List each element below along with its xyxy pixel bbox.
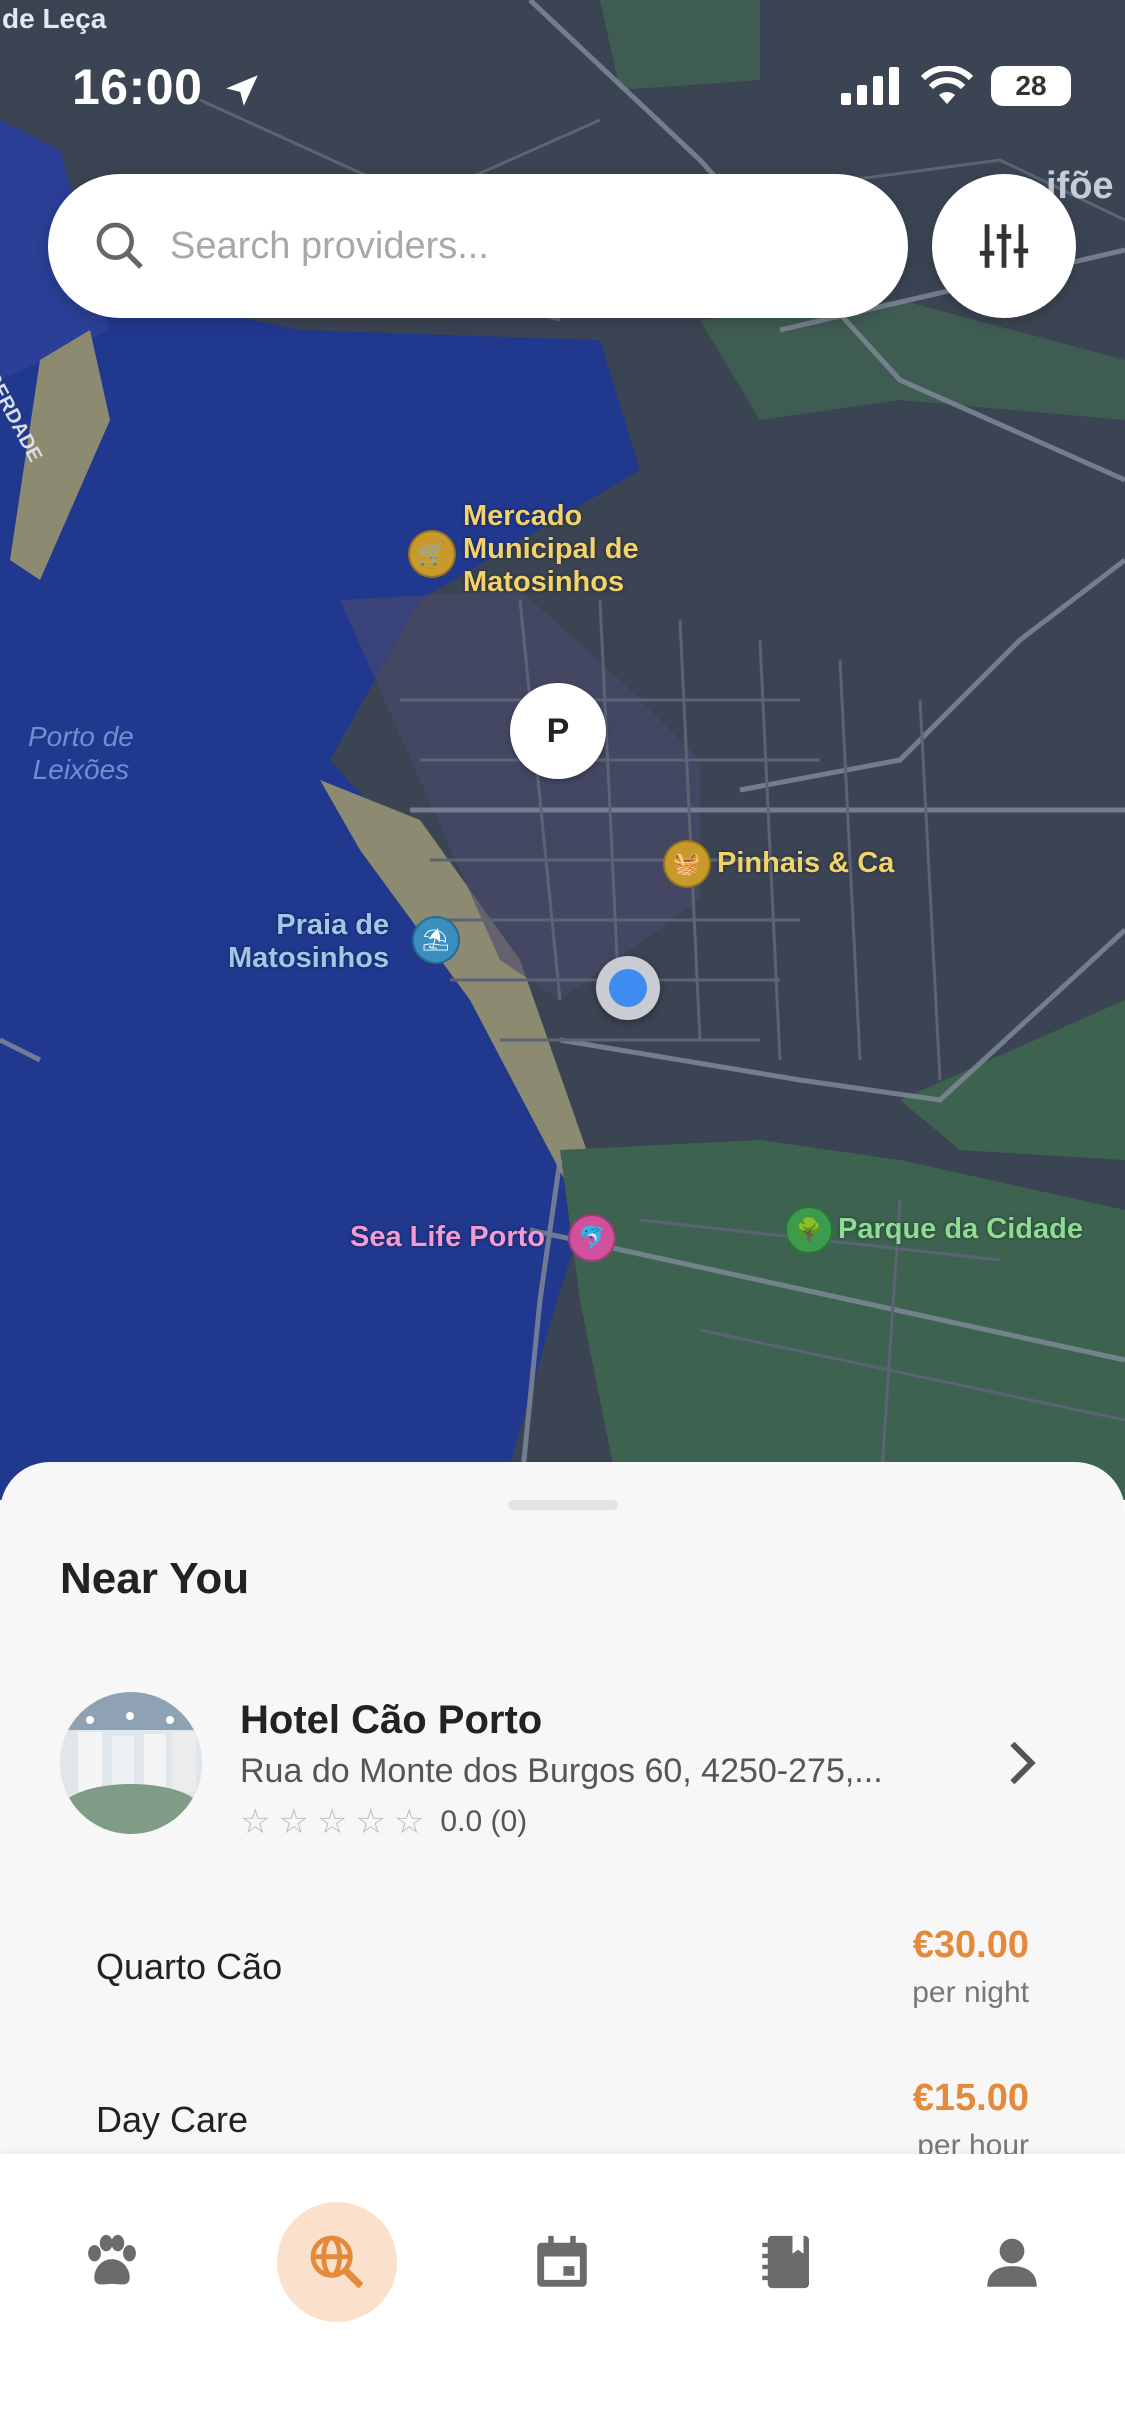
star-icon: ☆ [240, 1803, 271, 1841]
beach-umbrella-icon[interactable]: ⛱ [412, 916, 460, 964]
provider-photo [60, 1692, 202, 1834]
sliders-icon [979, 224, 1029, 268]
map-label-leca: de Leça [2, 3, 107, 34]
notebook-icon [762, 2235, 809, 2289]
tab-explore[interactable] [277, 2202, 397, 2322]
search-input[interactable] [168, 223, 852, 269]
rating-value: 0.0 (0) [440, 1805, 528, 1838]
star-icon: ☆ [393, 1803, 425, 1841]
sheet-title: Near You [60, 1554, 250, 1603]
map-label-pinhais[interactable]: Pinhais & Ca [717, 847, 894, 880]
star-icon: ☆ [278, 1803, 309, 1841]
map-label-porto-leixoes: Porto de Leixões [28, 721, 134, 785]
paw-icon [88, 2234, 136, 2285]
user-location-dot [596, 956, 660, 1020]
service-row[interactable]: Day Care €15.00 per hour [0, 2067, 1125, 2162]
search-bar[interactable] [48, 174, 908, 318]
status-time-text: 16:00 [72, 59, 203, 115]
star-icon: ☆ [316, 1803, 348, 1841]
search-icon [96, 222, 143, 269]
battery-indicator: 28 [991, 66, 1071, 106]
status-indicators: 28 [841, 66, 1071, 106]
provider-rating: ☆ ☆ ☆ ☆ ☆ 0.0 (0) [240, 1802, 527, 1842]
tab-bookings[interactable] [502, 2202, 622, 2322]
status-time: 16:00 [72, 58, 263, 116]
map-label-parque[interactable]: Parque da Cidade [838, 1213, 1083, 1246]
location-arrow-icon [226, 75, 258, 106]
basket-icon[interactable]: 🧺 [663, 840, 711, 888]
provider-card[interactable]: Hotel Cão Porto Rua do Monte dos Burgos … [0, 1692, 1125, 1872]
service-name: Quarto Cão [96, 1946, 283, 1987]
service-name: Day Care [96, 2099, 249, 2140]
chevron-right-icon[interactable] [1004, 1738, 1040, 1788]
provider-address: Rua do Monte dos Burgos 60, 4250-275,... [240, 1752, 883, 1790]
tab-notebook[interactable] [727, 2202, 847, 2322]
map-label-praia[interactable]: Praia de Matosinhos [228, 909, 389, 975]
profile-icon [987, 2238, 1037, 2287]
service-row[interactable]: Quarto Cão €30.00 per night [0, 1914, 1125, 2024]
wifi-icon [921, 66, 973, 104]
tab-pets[interactable] [52, 2202, 172, 2322]
filter-button[interactable] [932, 174, 1076, 318]
service-price: €15.00 [912, 2077, 1029, 2119]
bottom-sheet[interactable]: Near You Hotel Cão Porto Rua do Monte do… [0, 1462, 1125, 2162]
provider-avatar [60, 1692, 202, 1834]
dolphin-icon[interactable]: 🐬 [568, 1214, 616, 1262]
tab-bar [0, 2154, 1125, 2436]
map-label-sea-life[interactable]: Sea Life Porto [350, 1221, 545, 1254]
provider-marker[interactable]: P [510, 683, 606, 779]
star-icon: ☆ [355, 1803, 386, 1841]
map-label-mercado[interactable]: Mercado Municipal de Matosinhos [463, 500, 639, 599]
basket-icon[interactable]: 🛒 [408, 530, 456, 578]
service-price: €30.00 [912, 1924, 1029, 1966]
tree-icon[interactable]: 🌳 [785, 1206, 833, 1254]
signal-icon [841, 67, 899, 105]
calendar-icon [537, 2235, 587, 2287]
service-unit: per night [912, 1976, 1029, 2009]
sheet-drag-handle[interactable] [508, 1500, 618, 1510]
provider-name: Hotel Cão Porto [240, 1698, 543, 1742]
search-globe-icon [310, 2235, 364, 2289]
tab-profile[interactable] [952, 2202, 1072, 2322]
